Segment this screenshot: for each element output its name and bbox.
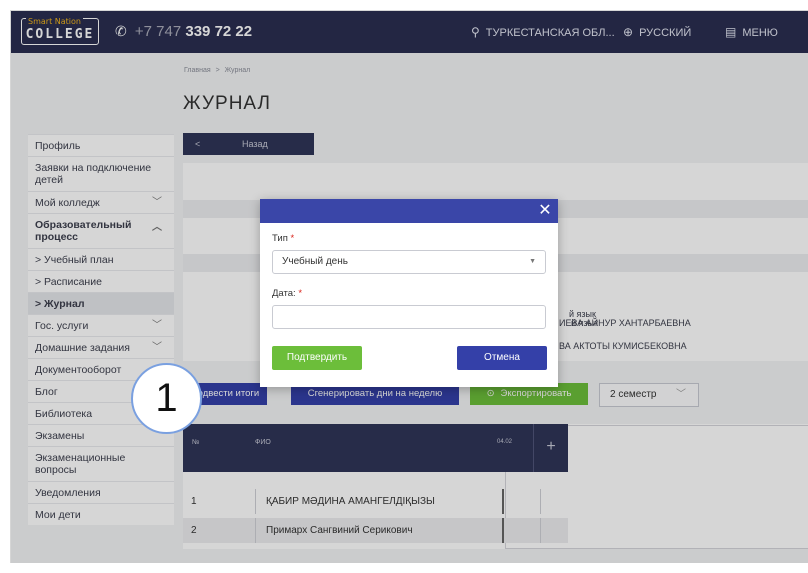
close-icon[interactable]: ✕	[535, 201, 555, 221]
type-select-value: Учебный день	[282, 256, 348, 267]
dropdown-arrow-icon: ▼	[529, 258, 536, 265]
date-field-label: Дата: *	[272, 288, 302, 299]
step-callout-badge: 1	[131, 363, 202, 434]
type-field-label: Тип *	[272, 233, 294, 244]
dialog-header: ✕	[260, 199, 558, 223]
required-mark: *	[290, 233, 295, 244]
type-label-text: Тип	[272, 233, 288, 244]
required-mark: *	[298, 288, 303, 299]
date-input[interactable]	[272, 305, 546, 329]
add-day-dialog: ✕ Тип * Учебный день ▼ Дата: * Подтверди…	[260, 199, 558, 387]
type-select[interactable]: Учебный день ▼	[272, 250, 546, 274]
cancel-button[interactable]: Отмена	[457, 346, 547, 370]
confirm-button[interactable]: Подтвердить	[272, 346, 362, 370]
app-window: Smart Nation COLLEGE ✆ +7 747 339 72 22 …	[10, 10, 808, 563]
date-label-text: Дата:	[272, 288, 296, 299]
